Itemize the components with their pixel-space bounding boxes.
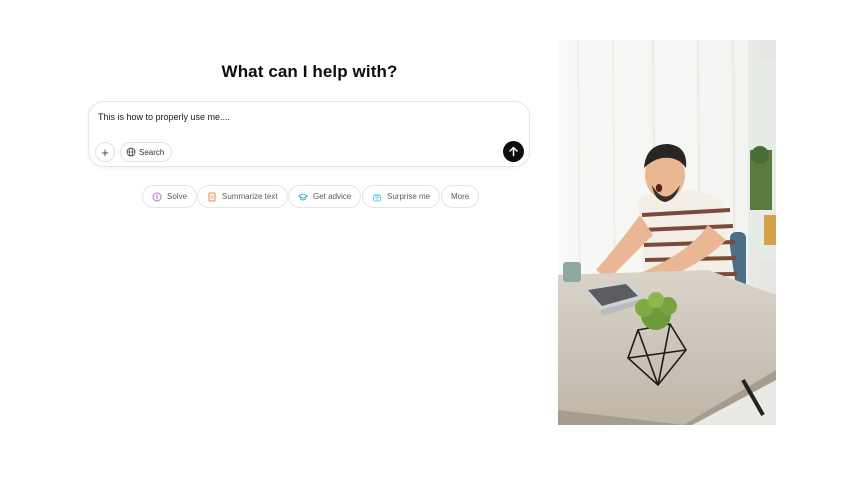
chip-label: Get advice (313, 192, 352, 201)
search-button[interactable]: Search (120, 142, 173, 162)
prompt-composer[interactable]: This is how to properly use me.... + Sea… (88, 101, 530, 167)
chip-get-advice[interactable]: Get advice (288, 185, 362, 208)
page-heading: What can I help with? (221, 62, 398, 81)
man-at-laptop-image (558, 40, 776, 425)
chip-label: More (451, 192, 470, 201)
chip-solve[interactable]: Solve (142, 185, 198, 208)
plus-icon: + (101, 144, 109, 160)
chip-label: Summarize text (222, 192, 278, 201)
gift-icon (373, 193, 381, 201)
send-button[interactable] (503, 141, 524, 162)
document-icon (208, 192, 216, 201)
chip-label: Solve (167, 192, 188, 201)
attach-button[interactable]: + (95, 142, 115, 162)
search-button-label: Search (139, 147, 165, 157)
prompt-input[interactable]: This is how to properly use me.... (98, 112, 230, 122)
chip-surprise-me[interactable]: Surprise me (362, 185, 441, 208)
globe-icon (126, 147, 136, 157)
arrow-up-icon (509, 146, 518, 157)
photo-illustration (558, 40, 776, 425)
chip-label: Surprise me (387, 192, 431, 201)
graduation-cap-icon (298, 193, 308, 200)
solve-icon (152, 192, 162, 201)
chip-more[interactable]: More (441, 185, 480, 208)
chip-summarize-text[interactable]: Summarize text (197, 185, 288, 208)
